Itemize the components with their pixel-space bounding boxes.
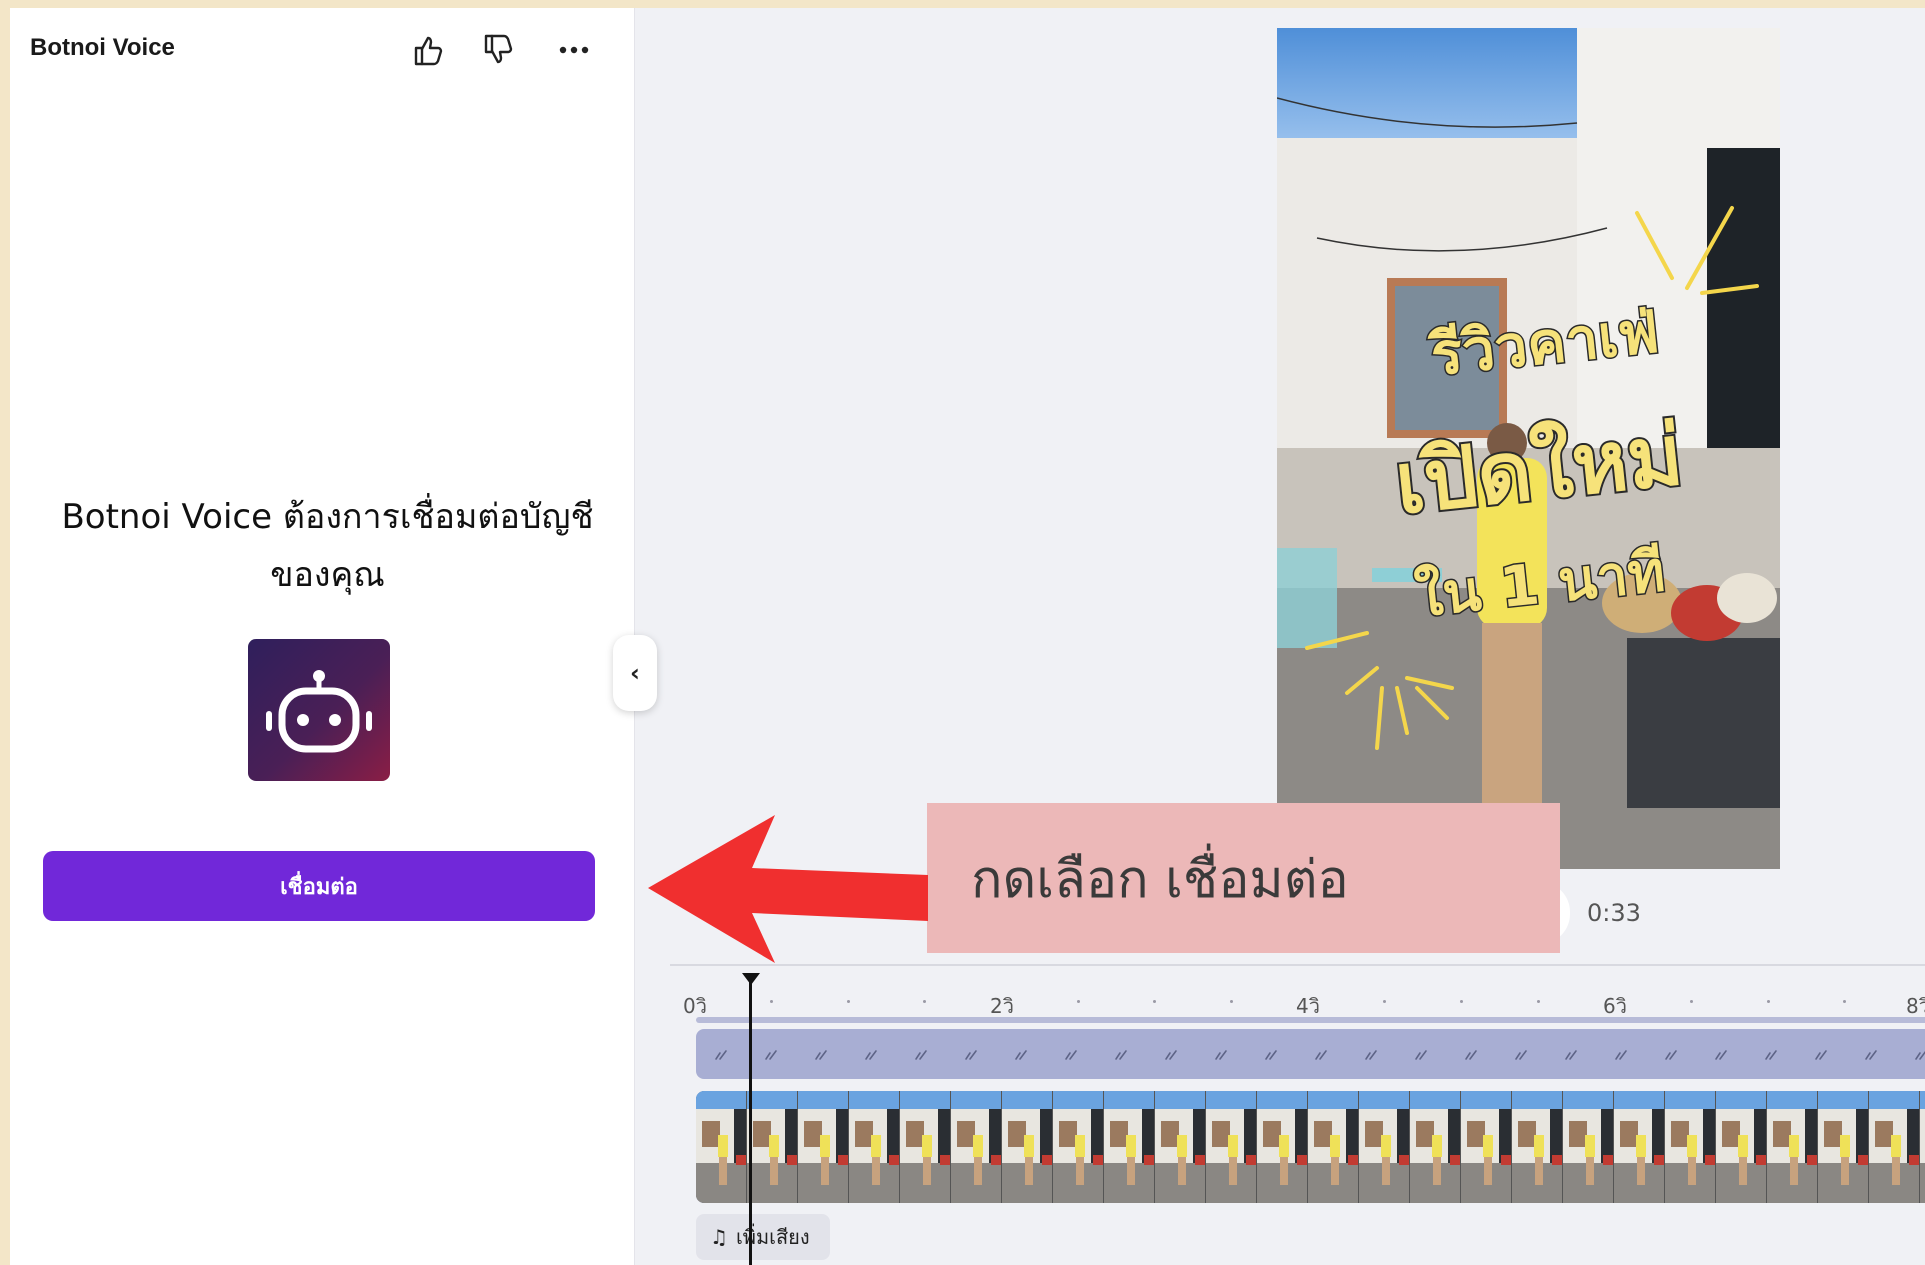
add-audio-label: เพิ่มเสียง — [735, 1225, 810, 1249]
music-note-icon: ♫ — [710, 1225, 728, 1249]
audio-track[interactable] — [696, 1029, 1925, 1079]
playhead[interactable] — [749, 976, 752, 1265]
annotation-callout: กดเลือก เชื่อมต่อ — [927, 803, 1560, 953]
thumbs-up-icon[interactable] — [408, 30, 448, 70]
audio-waveform-marks — [715, 1050, 1925, 1060]
ruler-tick — [1383, 1000, 1386, 1003]
connect-heading: Botnoi Voice ต้องการเชื่อมต่อบัญชีของคุณ — [61, 497, 594, 595]
robot-icon — [266, 670, 372, 753]
ruler-tick — [1537, 1000, 1540, 1003]
chevron-left-icon: ‹ — [630, 659, 640, 687]
ruler-tick — [770, 1000, 773, 1003]
video-preview[interactable]: รีวิวคาเฟ่ เปิดใหม่ ใน 1 นาที — [1277, 28, 1780, 869]
panel-title: Botnoi Voice — [30, 34, 175, 61]
playhead-handle-icon[interactable] — [741, 972, 761, 986]
preview-image: รีวิวคาเฟ่ เปิดใหม่ ใน 1 นาที — [1277, 28, 1780, 869]
ruler-tick — [1843, 1000, 1846, 1003]
ruler-tick — [1077, 1000, 1080, 1003]
ruler-tick — [1767, 1000, 1770, 1003]
ruler-tick — [923, 1000, 926, 1003]
more-horizontal-icon[interactable] — [554, 30, 594, 70]
video-track[interactable] — [696, 1091, 1925, 1203]
ruler-tick — [1460, 1000, 1463, 1003]
ruler-tick — [1230, 1000, 1233, 1003]
arrow-left-icon — [648, 815, 928, 963]
app-side-panel: Botnoi Voice Botnoi Voice ต้องการเชื่อมต… — [10, 8, 635, 1265]
ruler-tick — [847, 1000, 850, 1003]
video-thumbnails — [696, 1091, 1925, 1203]
audio-track-top — [696, 1017, 1925, 1023]
annotation-text: กดเลือก เชื่อมต่อ — [971, 849, 1349, 910]
ruler-tick — [1153, 1000, 1156, 1003]
add-audio-button[interactable]: ♫ เพิ่มเสียง — [696, 1214, 830, 1260]
ruler-tick — [1690, 1000, 1693, 1003]
collapse-panel-button[interactable]: ‹ — [613, 635, 657, 711]
connect-button[interactable]: เชื่อมต่อ — [43, 851, 595, 921]
duration-label: 0:33 — [1587, 899, 1641, 927]
app-frame: Botnoi Voice Botnoi Voice ต้องการเชื่อมต… — [10, 8, 1925, 1265]
app-logo — [248, 639, 390, 781]
thumbs-down-icon[interactable] — [478, 30, 518, 70]
